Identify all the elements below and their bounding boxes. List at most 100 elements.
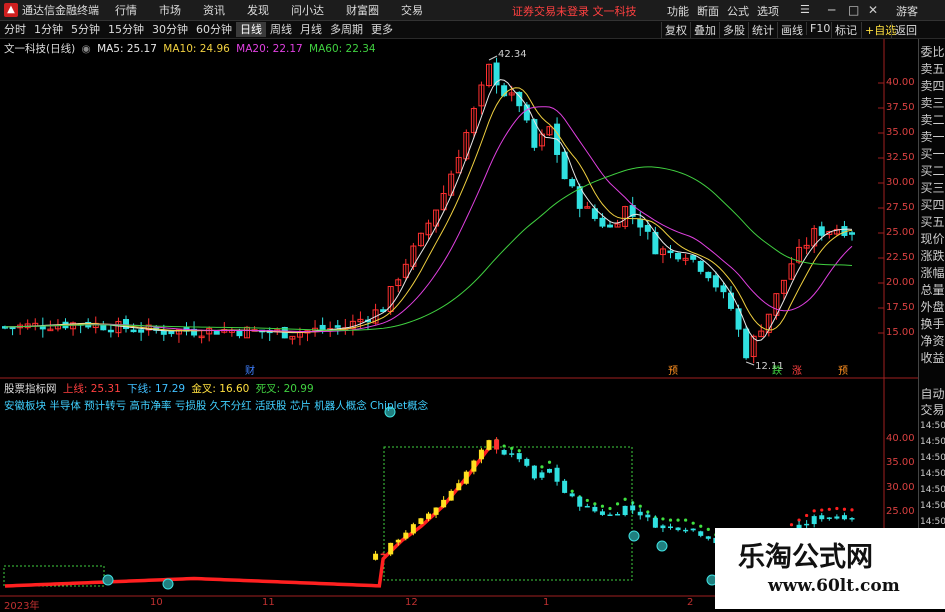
tool-mark[interactable]: 标记	[831, 22, 860, 38]
login-status[interactable]: 证券交易未登录 文一科技	[512, 3, 637, 19]
side-tab-3[interactable]: 卖三	[920, 97, 945, 110]
side-lower-5[interactable]: 14:50	[920, 468, 945, 481]
side-lower-2[interactable]: 14:50	[920, 420, 945, 433]
x-label-nov: 11	[262, 597, 275, 608]
side-tab-9[interactable]: 买四	[920, 199, 945, 212]
candle-body	[319, 324, 326, 331]
candle-body	[743, 328, 750, 359]
side-lower-7[interactable]: 14:50	[920, 500, 945, 513]
period-monthly[interactable]: 月线	[296, 22, 326, 37]
period-30min[interactable]: 30分钟	[148, 22, 192, 37]
side-tab-11[interactable]: 现价	[920, 233, 945, 246]
candle-body	[236, 330, 243, 337]
side-tab-10[interactable]: 买五	[920, 216, 945, 229]
indicator-candle	[660, 525, 666, 529]
side-tab-18[interactable]: 收益	[920, 352, 945, 365]
side-tab-13[interactable]: 涨幅	[920, 267, 945, 280]
y-tick: 37.50	[886, 102, 915, 113]
menu-trade[interactable]: 交易	[401, 2, 423, 18]
menu-section[interactable]: 断面	[697, 3, 719, 19]
x-label-dec: 12	[405, 597, 418, 608]
period-5min[interactable]: 5分钟	[67, 22, 104, 37]
side-lower-3[interactable]: 14:50	[920, 436, 945, 449]
menu-news[interactable]: 资讯	[203, 2, 225, 18]
indicator-dot	[563, 483, 567, 487]
low-pointer	[745, 361, 755, 366]
side-lower-6[interactable]: 14:50	[920, 484, 945, 497]
indicator-dot	[706, 527, 710, 531]
period-timeshare[interactable]: 分时	[0, 22, 30, 37]
hamburger-icon[interactable]: ☰	[800, 3, 810, 16]
period-60min[interactable]: 60分钟	[192, 22, 236, 37]
side-tab-14[interactable]: 总量	[920, 284, 945, 297]
side-lower-1[interactable]: 交易	[920, 404, 945, 417]
side-lower-0[interactable]: 自动	[920, 388, 945, 401]
period-weekly[interactable]: 周线	[266, 22, 296, 37]
period-15min[interactable]: 15分钟	[104, 22, 148, 37]
side-tab-17[interactable]: 净资	[920, 335, 945, 348]
tool-adjust[interactable]: 复权	[661, 22, 690, 38]
y-tick: 17.50	[886, 302, 915, 313]
ma10-line	[4, 87, 853, 333]
period-multi[interactable]: 多周期	[326, 22, 367, 37]
candle-body	[652, 231, 659, 255]
candle-body	[107, 329, 114, 333]
restore-icon[interactable]: □	[848, 3, 859, 17]
indicator-dot	[668, 518, 673, 522]
menu-options[interactable]: 选项	[757, 3, 779, 19]
indicator-dot	[820, 508, 824, 512]
y-tick: 27.50	[886, 202, 915, 213]
menu-ask[interactable]: 问小达	[291, 2, 324, 18]
settings-circle-icon[interactable]: ◉	[82, 43, 91, 55]
app-logo-icon: ▲	[4, 3, 18, 17]
ma60-label: MA60: 22.34	[309, 43, 376, 55]
side-tab-15[interactable]: 外盘	[920, 301, 945, 314]
y-tick: 22.50	[886, 252, 915, 263]
candle-body	[198, 335, 205, 339]
candle-body	[486, 63, 492, 87]
side-tab-8[interactable]: 买三	[920, 182, 945, 195]
candle-body	[380, 309, 387, 313]
guest-label[interactable]: 游客	[896, 3, 918, 19]
tool-draw[interactable]: 画线	[777, 22, 806, 38]
channel-box	[383, 446, 633, 581]
tool-overlay[interactable]: 叠加	[690, 22, 719, 38]
period-more[interactable]: 更多	[367, 22, 397, 37]
tool-f10[interactable]: F10	[806, 22, 833, 35]
candle-body	[720, 285, 727, 293]
indicator-candle	[373, 553, 379, 560]
indicator-candle	[448, 490, 454, 501]
side-tab-5[interactable]: 卖一	[920, 131, 945, 144]
side-tab-2[interactable]: 卖四	[920, 80, 945, 93]
period-daily[interactable]: 日线	[236, 22, 266, 37]
side-tab-7[interactable]: 买二	[920, 165, 945, 178]
indicator-candle	[599, 511, 605, 515]
menu-quotes[interactable]: 行情	[115, 2, 137, 18]
tool-back[interactable]: 返回	[891, 22, 920, 38]
indicator-y-tick: 30.00	[886, 481, 915, 493]
close-icon[interactable]: ✕	[868, 3, 878, 17]
indicator-dot	[555, 472, 559, 476]
candle-body	[531, 119, 538, 148]
side-tab-16[interactable]: 换手	[920, 318, 945, 331]
tool-multi-stock[interactable]: 多股	[719, 22, 748, 38]
indicator-candle	[418, 518, 424, 524]
menu-market[interactable]: 市场	[159, 2, 181, 18]
side-tab-6[interactable]: 买一	[920, 148, 945, 161]
period-1min[interactable]: 1分钟	[30, 22, 67, 37]
menu-formula[interactable]: 公式	[727, 3, 749, 19]
side-tab-12[interactable]: 涨跌	[920, 250, 945, 263]
tool-stats[interactable]: 统计	[748, 22, 777, 38]
menu-discover[interactable]: 发现	[247, 2, 269, 18]
side-tab-4[interactable]: 卖二	[920, 114, 945, 127]
menu-function[interactable]: 功能	[667, 3, 689, 19]
candlestick-chart[interactable]: 42.34 12.11 财 预 跌涨 预	[0, 0, 945, 609]
side-lower-4[interactable]: 14:50	[920, 452, 945, 465]
menu-wealth[interactable]: 财富圈	[346, 2, 379, 18]
minimize-icon[interactable]: ─	[828, 3, 835, 17]
side-tab-1[interactable]: 卖五	[920, 63, 945, 76]
indicator-name[interactable]: 股票指标网	[4, 383, 57, 395]
side-tab-0[interactable]: 委比	[920, 46, 945, 59]
candle-body	[349, 320, 356, 329]
indicator-dot	[805, 513, 809, 518]
